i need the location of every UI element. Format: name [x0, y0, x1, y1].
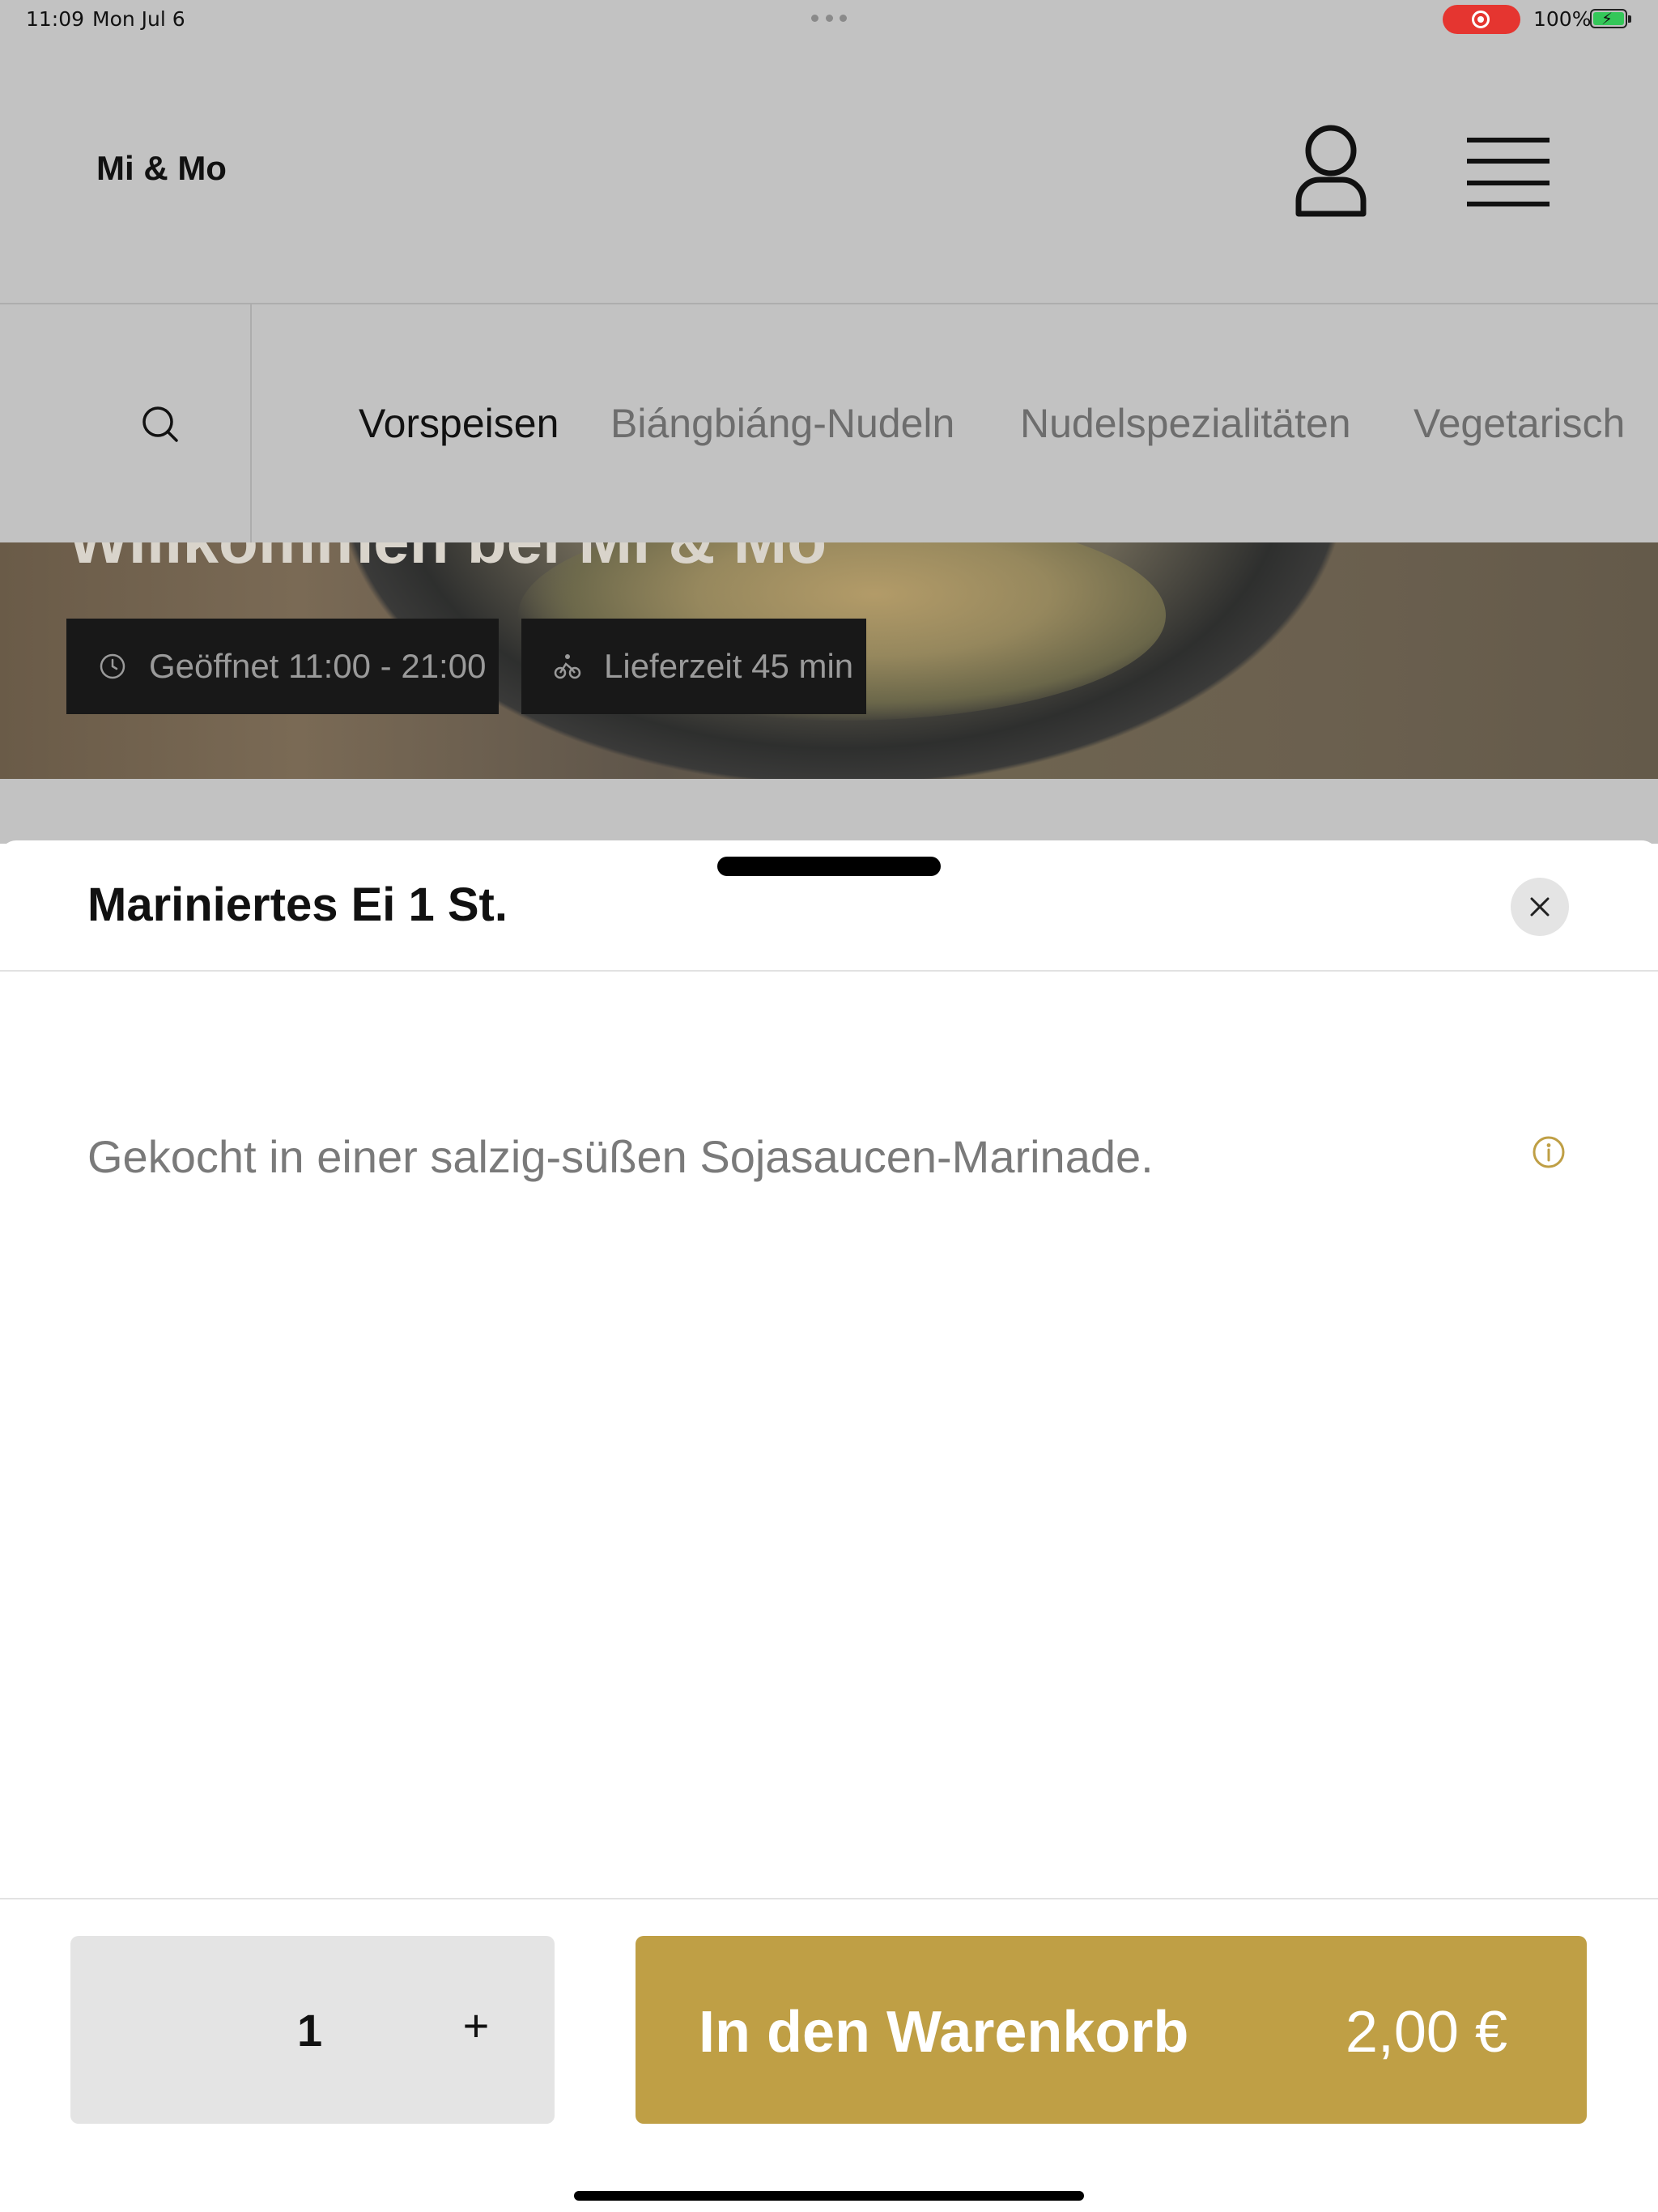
- opening-hours-chip: Geöffnet 11:00 - 21:00: [66, 619, 499, 714]
- category-nav: Vorspeisen Biángbiáng-Nudeln Nudelspezia…: [0, 303, 1658, 542]
- close-button[interactable]: [1511, 878, 1569, 936]
- status-bar: 11:09 Mon Jul 6 100% ⚡: [0, 0, 1658, 39]
- screen-recording-icon[interactable]: [1443, 5, 1520, 34]
- search-icon: [142, 406, 178, 442]
- close-icon: [1530, 897, 1550, 917]
- search-button[interactable]: [0, 304, 252, 542]
- sheet-divider: [0, 970, 1658, 972]
- menu-icon[interactable]: [1467, 136, 1550, 209]
- product-description: Gekocht in einer salzig-süßen Sojasaucen…: [87, 1131, 1154, 1182]
- product-title: Mariniertes Ei 1 St.: [87, 878, 508, 931]
- status-date: Mon Jul 6: [92, 7, 185, 31]
- multitasking-dots-icon[interactable]: [811, 15, 847, 23]
- info-icon[interactable]: [1532, 1135, 1566, 1169]
- delivery-time-chip: Lieferzeit 45 min: [521, 619, 866, 714]
- brand-logo[interactable]: Mi & Mo: [96, 149, 227, 188]
- add-to-cart-button[interactable]: In den Warenkorb 2,00 €: [636, 1936, 1587, 2124]
- tab-vegetarisch[interactable]: Vegetarisch: [1414, 400, 1625, 447]
- opening-hours-text: Geöffnet 11:00 - 21:00: [149, 647, 487, 685]
- clock-icon: [99, 653, 126, 680]
- tab-vorspeisen[interactable]: Vorspeisen: [359, 400, 559, 447]
- hero-banner: Willkommen bei Mi & Mo Geöffnet 11:00 - …: [0, 542, 1658, 779]
- app-header: Mi & Mo: [0, 39, 1658, 303]
- page-overlay[interactable]: [0, 779, 1658, 844]
- quantity-stepper: 1 +: [70, 1936, 555, 2124]
- bike-courier-icon: [554, 653, 581, 680]
- quantity-value: 1: [297, 2005, 323, 2056]
- sheet-grabber[interactable]: [717, 857, 941, 876]
- battery-percentage: 100%: [1533, 7, 1592, 31]
- footer-divider: [0, 1898, 1658, 1899]
- increment-button[interactable]: +: [448, 1997, 504, 2054]
- tab-biangbiang-nudeln[interactable]: Biángbiáng-Nudeln: [610, 400, 954, 447]
- delivery-time-text: Lieferzeit 45 min: [604, 647, 854, 685]
- user-icon[interactable]: [1294, 123, 1368, 220]
- home-indicator[interactable]: [574, 2191, 1084, 2201]
- product-sheet: Mariniertes Ei 1 St. Gekocht in einer sa…: [0, 840, 1658, 2212]
- status-time: 11:09: [26, 7, 85, 31]
- add-to-cart-label: In den Warenkorb: [699, 2000, 1189, 2065]
- hero-title: Willkommen bei Mi & Mo: [68, 542, 827, 578]
- tab-nudelspezialitaeten[interactable]: Nudelspezialitäten: [1020, 400, 1351, 447]
- battery-icon: ⚡: [1590, 9, 1631, 28]
- product-price: 2,00 €: [1345, 2000, 1507, 2065]
